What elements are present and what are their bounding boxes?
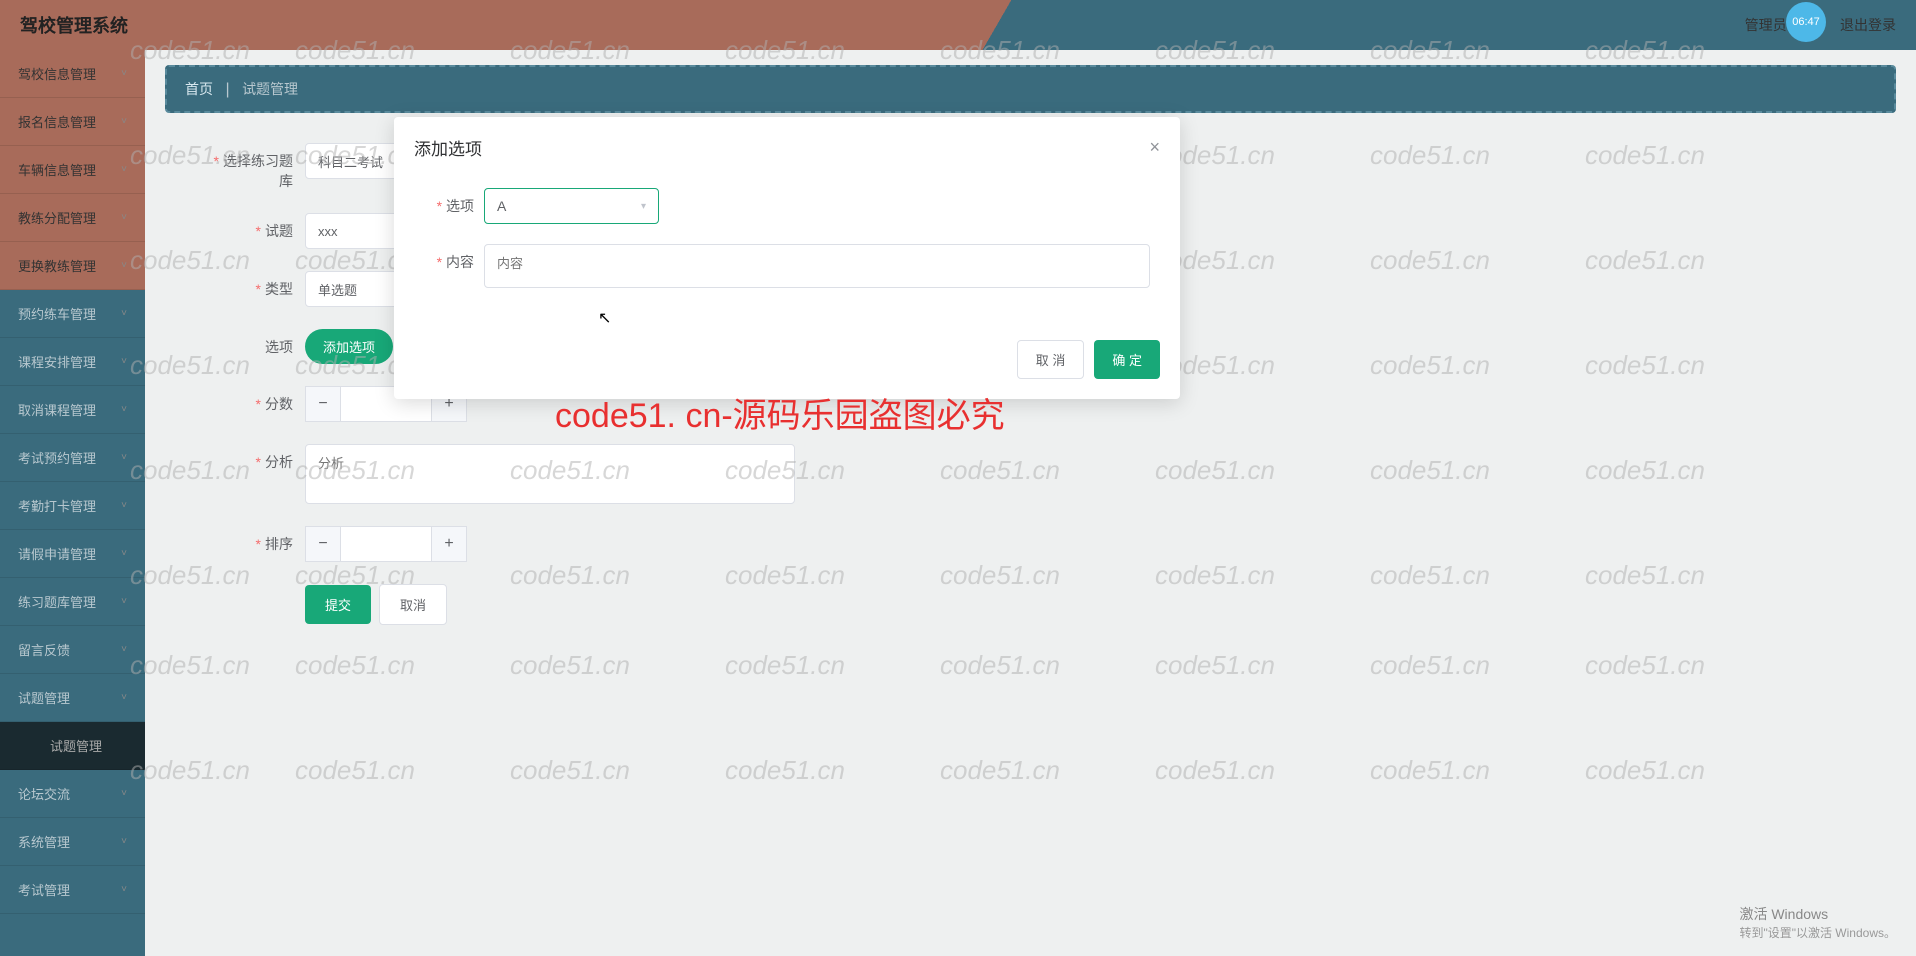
modal-cancel-button[interactable]: 取 消 — [1017, 340, 1085, 379]
modal-label-content: * 内容 — [424, 244, 484, 272]
modal-title: 添加选项 — [414, 135, 482, 160]
modal-content-textarea[interactable] — [484, 244, 1150, 288]
modal-confirm-button[interactable]: 确 定 — [1094, 340, 1160, 379]
modal-label-option: * 选项 — [424, 188, 484, 216]
chevron-down-icon: ▾ — [641, 201, 646, 212]
modal-option-select[interactable]: A ▾ — [484, 188, 659, 224]
cursor-icon: ↖ — [598, 308, 611, 328]
close-icon[interactable]: × — [1149, 137, 1160, 158]
add-option-modal: 添加选项 × * 选项 A ▾ * 内容 取 消 确 定 — [394, 117, 1180, 399]
